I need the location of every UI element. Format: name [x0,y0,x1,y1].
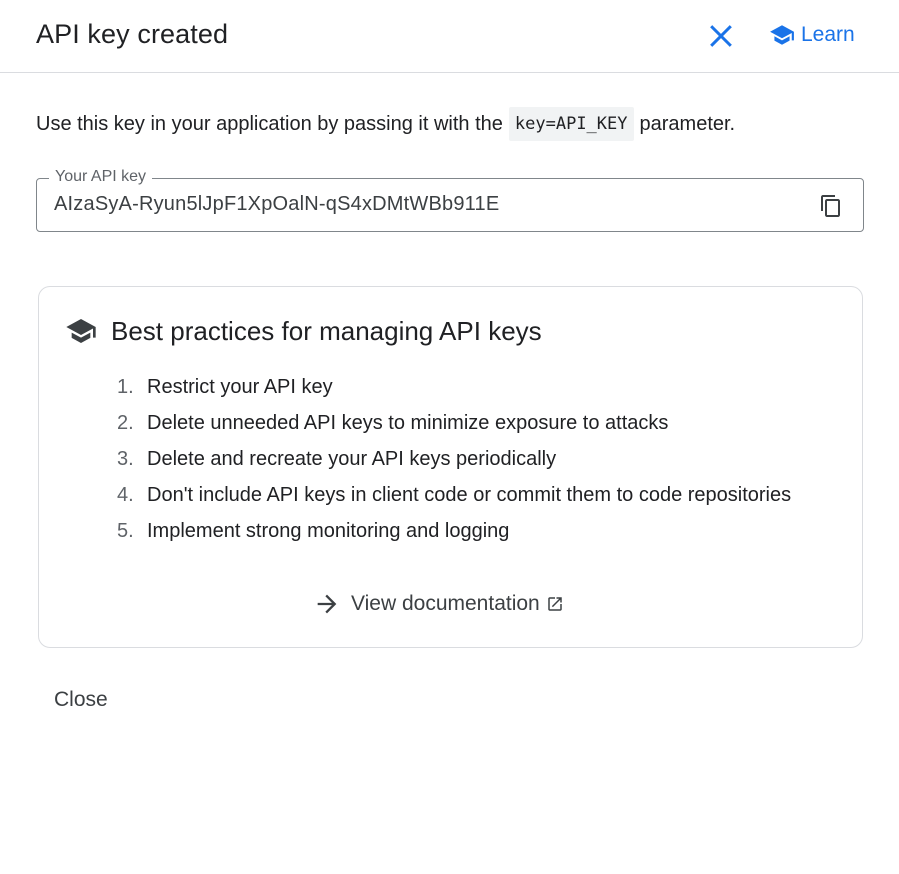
api-key-value[interactable]: AIzaSyA-Ryun5lJpF1XpOalN-qS4xDMtWBb911E [54,193,499,216]
best-practices-card: Best practices for managing API keys 1. R… [38,286,863,648]
arrow-right-icon [317,594,337,614]
view-documentation-label: View documentation [351,592,540,615]
list-number: 4. [117,483,134,506]
list-number: 5. [117,519,134,542]
close-button[interactable]: Close [40,684,122,716]
description-text-before: Use this key in your application by pass… [36,112,503,135]
list-number: 3. [117,447,134,470]
school-icon [770,25,794,45]
dialog-header: API key created Learn [0,0,899,73]
list-item: 1. Restrict your API key [117,369,791,405]
best-practices-header: Best practices for managing API keys [65,315,542,347]
list-text: Delete and recreate your API keys period… [147,447,557,470]
view-documentation-link[interactable]: View documentation [313,590,564,618]
description-text-after: parameter. [639,112,736,135]
copy-icon[interactable] [819,194,843,218]
list-item: 2. Delete unneeded API keys to minimize e… [117,405,791,441]
learn-label: Learn [801,23,855,46]
learn-button[interactable]: Learn [769,20,855,50]
open-in-new-icon [547,597,562,611]
list-text: Restrict your API key [147,375,333,398]
school-icon [66,319,96,343]
usage-description: Use this key in your application by pass… [36,106,735,142]
api-key-label: Your API key [49,167,153,187]
list-text: Implement strong monitoring and logging [147,519,510,542]
best-practices-list: 1. Restrict your API key 2. Delete unneede… [117,369,791,549]
list-item: 4. Don't include API keys in client code … [117,477,791,513]
api-key-field[interactable]: Your API key AIzaSyA-Ryun5lJpF1XpOalN-qS… [36,167,864,232]
list-text: Delete unneeded API keys to minimize exp… [147,411,669,434]
list-number: 1. [117,375,134,398]
best-practices-title: Best practices for managing API keys [111,315,542,346]
close-icon[interactable] [706,21,736,51]
list-number: 2. [117,411,134,434]
list-text: Don't include API keys in client code or… [147,483,792,506]
list-item: 3. Delete and recreate your API keys peri… [117,441,791,477]
code-snippet: key=API_KEY [508,107,634,141]
list-item: 5. Implement strong monitoring and loggin… [117,513,791,549]
dialog-title: API key created [36,19,229,49]
